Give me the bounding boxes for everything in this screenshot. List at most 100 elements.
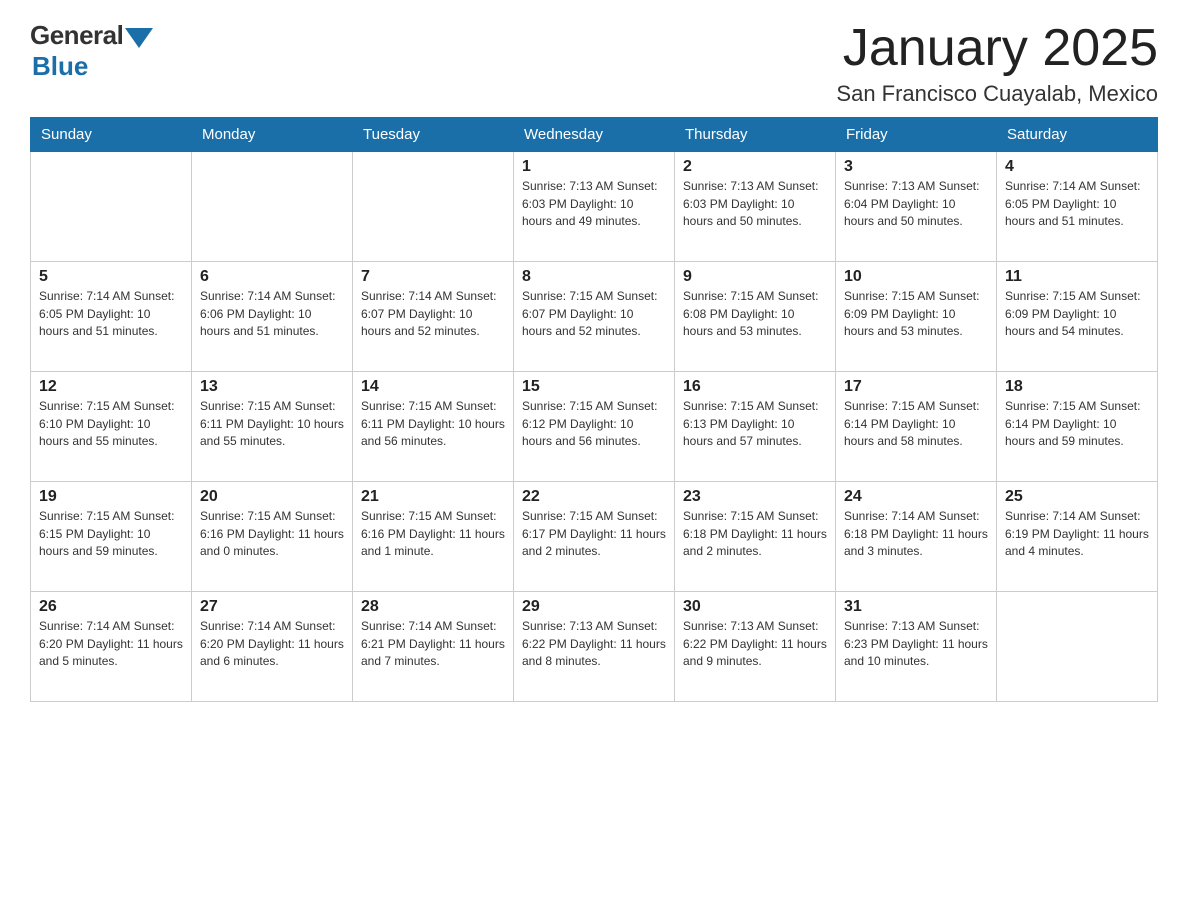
calendar-cell: 4 Sunrise: 7:14 AM Sunset: 6:05 PM Daylig… — [997, 152, 1158, 262]
calendar-cell: 7 Sunrise: 7:14 AM Sunset: 6:07 PM Daylig… — [353, 262, 514, 372]
day-number: 1 — [522, 158, 666, 176]
calendar-cell: 24 Sunrise: 7:14 AM Sunset: 6:18 PM Dayli… — [836, 482, 997, 592]
calendar-cell: 14Sunrise: 7:15 AM Sunset: 6:11 PM Dayli… — [353, 372, 514, 482]
day-number: 12 — [39, 378, 183, 396]
day-number: 4 — [1005, 158, 1149, 176]
calendar-cell: 11 Sunrise: 7:15 AM Sunset: 6:09 PM Dayli… — [997, 262, 1158, 372]
day-info: Sunrise: 7:15 AM Sunset: 6:14 PM Dayligh… — [1005, 398, 1149, 450]
logo-general-text: General — [30, 20, 123, 51]
calendar-cell: 9 Sunrise: 7:15 AM Sunset: 6:08 PM Daylig… — [675, 262, 836, 372]
calendar-cell: 19Sunrise: 7:15 AM Sunset: 6:15 PM Dayli… — [31, 482, 192, 592]
day-info: Sunrise: 7:15 AM Sunset: 6:16 PM Dayligh… — [200, 508, 344, 560]
day-number: 15 — [522, 378, 666, 396]
day-number: 16 — [683, 378, 827, 396]
page-header: General Blue January 2025 San Francisco … — [30, 20, 1158, 107]
weekday-header-thursday: Thursday — [675, 118, 836, 152]
day-info: Sunrise: 7:14 AM Sunset: 6:07 PM Dayligh… — [361, 288, 505, 340]
month-title: January 2025 — [836, 20, 1158, 77]
day-number: 17 — [844, 378, 988, 396]
calendar-cell: 8 Sunrise: 7:15 AM Sunset: 6:07 PM Daylig… — [514, 262, 675, 372]
day-number: 8 — [522, 268, 666, 286]
day-number: 31 — [844, 598, 988, 616]
weekday-header-sunday: Sunday — [31, 118, 192, 152]
day-number: 26 — [39, 598, 183, 616]
day-info: Sunrise: 7:15 AM Sunset: 6:13 PM Dayligh… — [683, 398, 827, 450]
weekday-header-monday: Monday — [192, 118, 353, 152]
calendar-week-row: 1 Sunrise: 7:13 AM Sunset: 6:03 PM Daylig… — [31, 152, 1158, 262]
day-number: 5 — [39, 268, 183, 286]
day-number: 14 — [361, 378, 505, 396]
calendar-cell: 31 Sunrise: 7:13 AM Sunset: 6:23 PM Dayli… — [836, 592, 997, 702]
day-info: Sunrise: 7:15 AM Sunset: 6:07 PM Dayligh… — [522, 288, 666, 340]
calendar-cell: 21 Sunrise: 7:15 AM Sunset: 6:16 PM Dayli… — [353, 482, 514, 592]
calendar-cell: 15 Sunrise: 7:15 AM Sunset: 6:12 PM Dayli… — [514, 372, 675, 482]
day-info: Sunrise: 7:14 AM Sunset: 6:20 PM Dayligh… — [200, 618, 344, 670]
day-number: 18 — [1005, 378, 1149, 396]
day-info: Sunrise: 7:15 AM Sunset: 6:18 PM Dayligh… — [683, 508, 827, 560]
calendar-cell: 22Sunrise: 7:15 AM Sunset: 6:17 PM Dayli… — [514, 482, 675, 592]
calendar-table: SundayMondayTuesdayWednesdayThursdayFrid… — [30, 117, 1158, 702]
calendar-cell: 20 Sunrise: 7:15 AM Sunset: 6:16 PM Dayli… — [192, 482, 353, 592]
day-info: Sunrise: 7:15 AM Sunset: 6:16 PM Dayligh… — [361, 508, 505, 560]
day-info: Sunrise: 7:13 AM Sunset: 6:22 PM Dayligh… — [522, 618, 666, 670]
calendar-cell: 28 Sunrise: 7:14 AM Sunset: 6:21 PM Dayli… — [353, 592, 514, 702]
day-info: Sunrise: 7:14 AM Sunset: 6:18 PM Dayligh… — [844, 508, 988, 560]
calendar-cell — [353, 152, 514, 262]
calendar-cell: 6Sunrise: 7:14 AM Sunset: 6:06 PM Daylig… — [192, 262, 353, 372]
day-number: 9 — [683, 268, 827, 286]
calendar-cell: 1 Sunrise: 7:13 AM Sunset: 6:03 PM Daylig… — [514, 152, 675, 262]
calendar-cell: 5 Sunrise: 7:14 AM Sunset: 6:05 PM Daylig… — [31, 262, 192, 372]
calendar-cell: 18 Sunrise: 7:15 AM Sunset: 6:14 PM Dayli… — [997, 372, 1158, 482]
day-number: 29 — [522, 598, 666, 616]
day-info: Sunrise: 7:13 AM Sunset: 6:23 PM Dayligh… — [844, 618, 988, 670]
calendar-cell: 30 Sunrise: 7:13 AM Sunset: 6:22 PM Dayli… — [675, 592, 836, 702]
day-number: 19 — [39, 488, 183, 506]
day-number: 21 — [361, 488, 505, 506]
day-info: Sunrise: 7:14 AM Sunset: 6:21 PM Dayligh… — [361, 618, 505, 670]
calendar-cell: 17Sunrise: 7:15 AM Sunset: 6:14 PM Dayli… — [836, 372, 997, 482]
day-number: 7 — [361, 268, 505, 286]
day-info: Sunrise: 7:14 AM Sunset: 6:19 PM Dayligh… — [1005, 508, 1149, 560]
day-number: 30 — [683, 598, 827, 616]
weekday-header-tuesday: Tuesday — [353, 118, 514, 152]
day-info: Sunrise: 7:13 AM Sunset: 6:03 PM Dayligh… — [683, 178, 827, 230]
location-title: San Francisco Cuayalab, Mexico — [836, 81, 1158, 107]
weekday-header-wednesday: Wednesday — [514, 118, 675, 152]
day-info: Sunrise: 7:15 AM Sunset: 6:12 PM Dayligh… — [522, 398, 666, 450]
day-number: 6 — [200, 268, 344, 286]
logo-triangle-icon — [125, 28, 153, 48]
day-info: Sunrise: 7:13 AM Sunset: 6:03 PM Dayligh… — [522, 178, 666, 230]
calendar-cell: 12 Sunrise: 7:15 AM Sunset: 6:10 PM Dayli… — [31, 372, 192, 482]
day-info: Sunrise: 7:15 AM Sunset: 6:08 PM Dayligh… — [683, 288, 827, 340]
day-number: 13 — [200, 378, 344, 396]
calendar-cell: 10Sunrise: 7:15 AM Sunset: 6:09 PM Dayli… — [836, 262, 997, 372]
calendar-cell: 2 Sunrise: 7:13 AM Sunset: 6:03 PM Daylig… — [675, 152, 836, 262]
day-info: Sunrise: 7:15 AM Sunset: 6:09 PM Dayligh… — [1005, 288, 1149, 340]
day-info: Sunrise: 7:13 AM Sunset: 6:22 PM Dayligh… — [683, 618, 827, 670]
day-number: 23 — [683, 488, 827, 506]
day-info: Sunrise: 7:15 AM Sunset: 6:17 PM Dayligh… — [522, 508, 666, 560]
calendar-cell: 13 Sunrise: 7:15 AM Sunset: 6:11 PM Dayli… — [192, 372, 353, 482]
calendar-cell: 23 Sunrise: 7:15 AM Sunset: 6:18 PM Dayli… — [675, 482, 836, 592]
day-number: 11 — [1005, 268, 1149, 286]
logo: General Blue — [30, 20, 153, 82]
day-info: Sunrise: 7:15 AM Sunset: 6:11 PM Dayligh… — [200, 398, 344, 450]
day-number: 27 — [200, 598, 344, 616]
day-number: 24 — [844, 488, 988, 506]
day-number: 20 — [200, 488, 344, 506]
day-info: Sunrise: 7:15 AM Sunset: 6:10 PM Dayligh… — [39, 398, 183, 450]
calendar-cell: 26Sunrise: 7:14 AM Sunset: 6:20 PM Dayli… — [31, 592, 192, 702]
calendar-week-row: 19Sunrise: 7:15 AM Sunset: 6:15 PM Dayli… — [31, 482, 1158, 592]
weekday-header-row: SundayMondayTuesdayWednesdayThursdayFrid… — [31, 118, 1158, 152]
day-number: 28 — [361, 598, 505, 616]
day-number: 25 — [1005, 488, 1149, 506]
day-number: 2 — [683, 158, 827, 176]
calendar-cell: 29 Sunrise: 7:13 AM Sunset: 6:22 PM Dayli… — [514, 592, 675, 702]
calendar-week-row: 5 Sunrise: 7:14 AM Sunset: 6:05 PM Daylig… — [31, 262, 1158, 372]
day-info: Sunrise: 7:14 AM Sunset: 6:05 PM Dayligh… — [39, 288, 183, 340]
day-info: Sunrise: 7:13 AM Sunset: 6:04 PM Dayligh… — [844, 178, 988, 230]
day-info: Sunrise: 7:15 AM Sunset: 6:09 PM Dayligh… — [844, 288, 988, 340]
day-info: Sunrise: 7:14 AM Sunset: 6:05 PM Dayligh… — [1005, 178, 1149, 230]
calendar-cell: 25 Sunrise: 7:14 AM Sunset: 6:19 PM Dayli… — [997, 482, 1158, 592]
calendar-week-row: 12 Sunrise: 7:15 AM Sunset: 6:10 PM Dayli… — [31, 372, 1158, 482]
